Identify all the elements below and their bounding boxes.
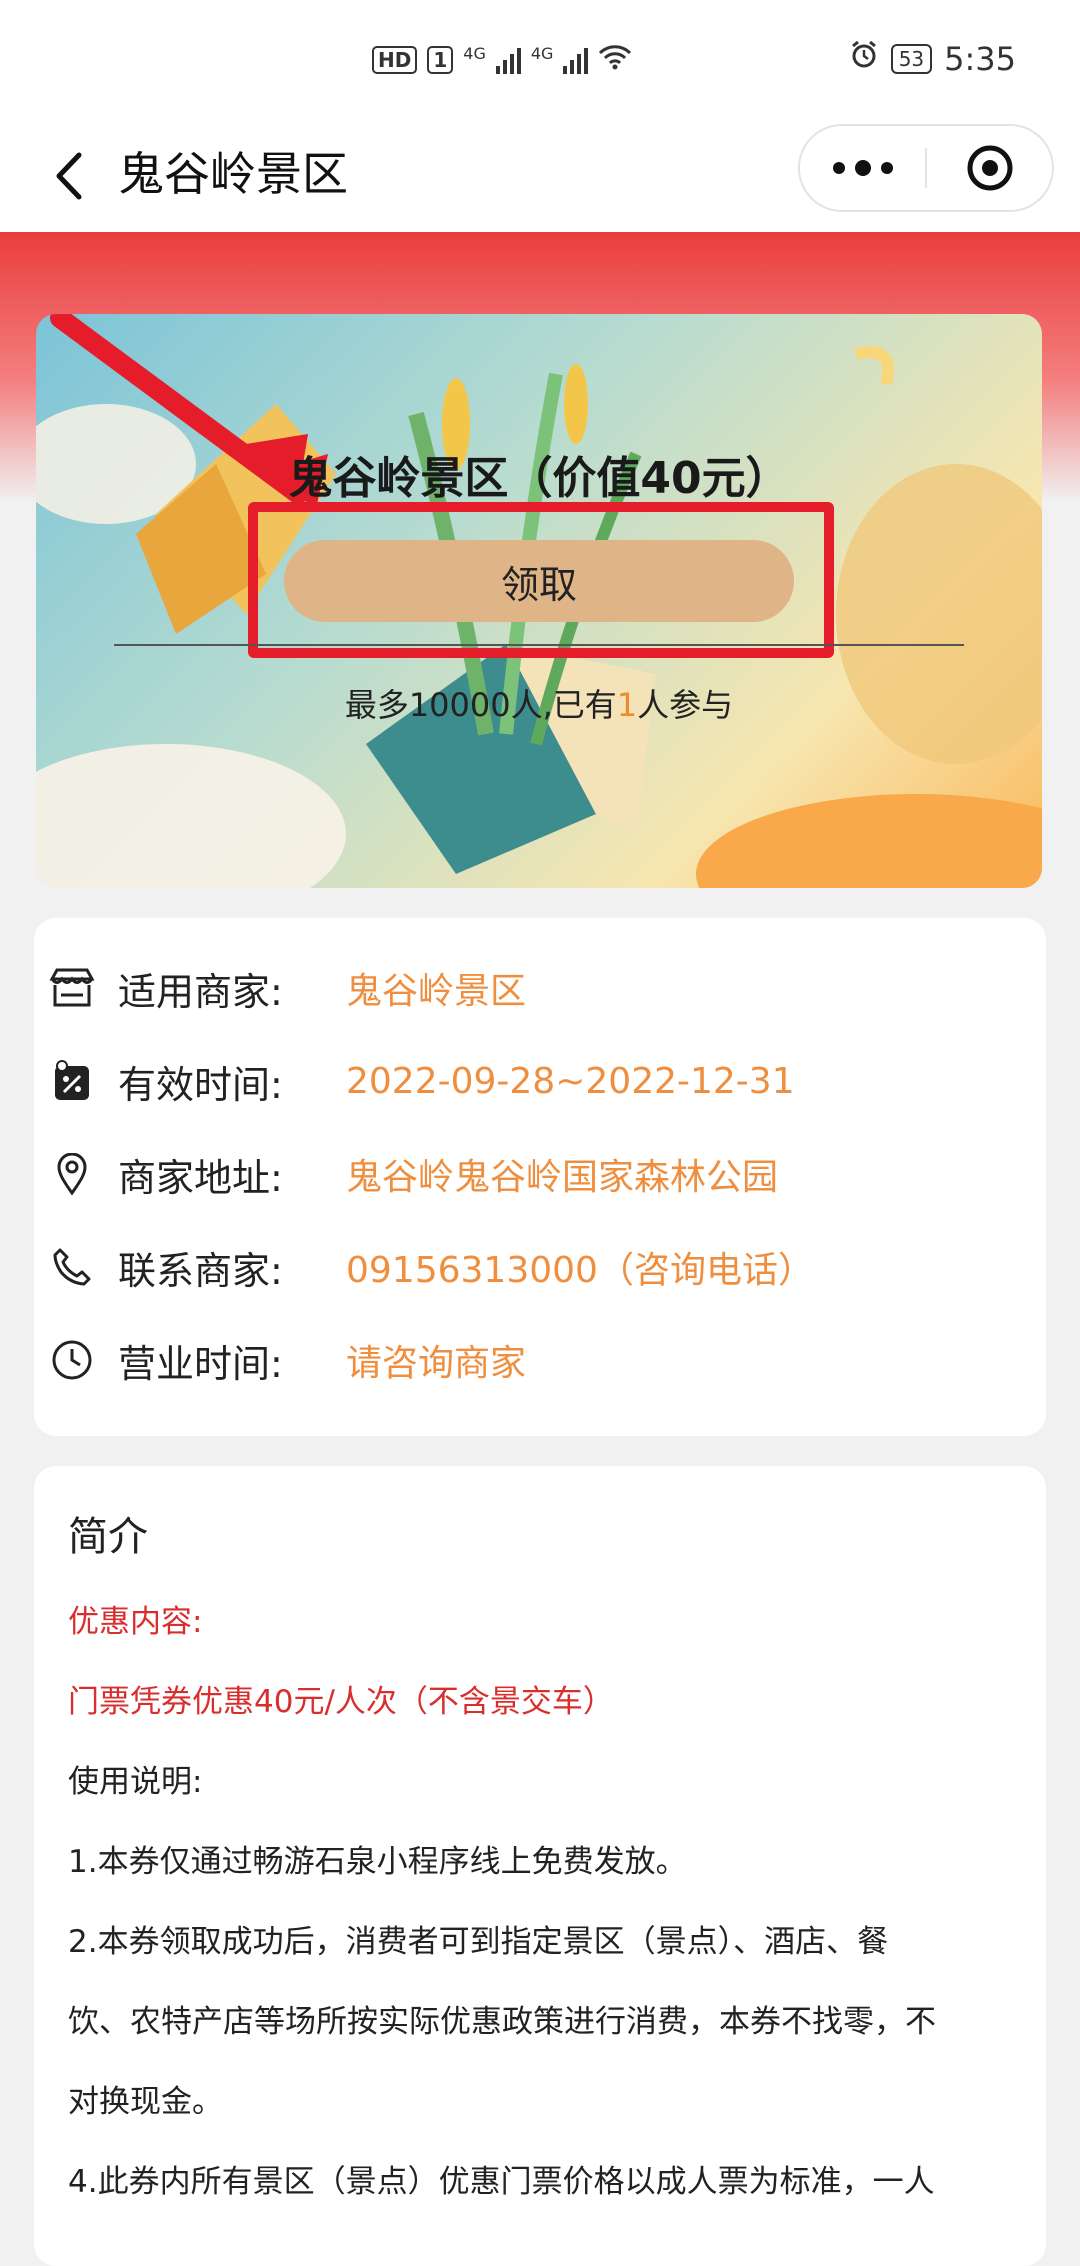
intro-rule-2-end: 对换现金。 [68,2084,223,2120]
signal-icon-2 [563,46,589,74]
info-row-validity: 有效时间: 2022-09-28~2022-12-31 [34,1051,1046,1111]
info-row-hours: 营业时间: 请咨询商家 [34,1330,1046,1390]
info-label-validity: 有效时间: [118,1062,283,1107]
info-row-contact[interactable]: 联系商家: 09156313000（咨询电话） [34,1237,1046,1297]
network-type-2: 4G [530,44,554,63]
wifi-icon [598,44,632,76]
intro-rule-2-cont: 饮、农特产店等场所按实际优惠政策进行消费，本券不找零，不 [68,2004,936,2040]
network-indicators: HD 1 4G 4G [372,44,632,76]
info-value-validity: 2022-09-28~2022-12-31 [346,1060,795,1102]
intro-discount-content: 门票凭券优惠40元/人次（不含景交车） [68,1684,614,1720]
intro-rule-4: 4.此券内所有景区（景点）优惠门票价格以成人票为标准，一人 [68,2164,935,2200]
info-row-merchant: 适用商家: 鬼谷岭景区 [34,958,1046,1018]
info-label-merchant: 适用商家: [118,969,283,1014]
merchant-info-card: 适用商家: 鬼谷岭景区 有效时间: 2022-09-28~2022-12-31 … [34,918,1046,1436]
info-value-contact[interactable]: 09156313000（咨询电话） [346,1241,814,1293]
info-value-merchant: 鬼谷岭景区 [346,971,527,1012]
intro-title: 简介 [68,1514,148,1560]
intro-discount-heading: 优惠内容: [68,1604,203,1640]
info-label-address: 商家地址: [118,1155,283,1200]
claim-button[interactable]: 领取 [284,540,794,622]
coupon-card: 鬼谷岭景区（价值40元） 领取 最多10000人,已有1人参与 [36,314,1042,888]
clock-time: 5:35 [944,40,1016,78]
alarm-icon [849,40,879,78]
clock-icon [48,1336,96,1384]
participants-count: 1 [616,686,638,724]
calendar-icon [48,1057,96,1105]
participants-suffix: 人参与 [637,686,734,724]
intro-rule-2: 2.本券领取成功后，消费者可到指定景区（景点）、酒店、餐 [68,1924,889,1960]
intro-card: 简介 优惠内容: 门票凭券优惠40元/人次（不含景交车） 使用说明: 1.本券仅… [34,1466,1046,2266]
coupon-divider [114,644,964,646]
more-dot-icon [832,162,845,174]
more-button[interactable] [800,126,925,210]
participants-prefix: 最多10000人,已有 [344,686,617,724]
more-dot-icon [880,162,893,174]
info-value-hours: 请咨询商家 [346,1343,527,1384]
location-pin-icon [48,1150,96,1198]
nav-bar: 鬼谷岭景区 [0,120,1080,232]
hd-badge: HD [372,46,418,74]
status-right: 53 5:35 [849,40,1016,78]
participants-text: 最多10000人,已有1人参与 [36,680,1042,726]
signal-icon [495,46,521,74]
back-button[interactable] [36,140,100,212]
page-title: 鬼谷岭景区 [118,147,348,201]
more-dot-icon [854,160,871,176]
intro-rule-1: 1.本券仅通过畅游石泉小程序线上免费发放。 [68,1844,687,1880]
battery-icon: 53 [890,44,933,74]
store-icon [48,964,96,1012]
phone-icon [48,1243,96,1291]
target-close-icon [967,145,1012,191]
close-mini-program-button[interactable] [927,126,1052,210]
info-label-hours: 营业时间: [118,1341,283,1386]
info-value-address[interactable]: 鬼谷岭鬼谷岭国家森林公园 [346,1148,778,1200]
coupon-title: 鬼谷岭景区（价值40元） [288,453,790,504]
status-bar: HD 1 4G 4G 53 5:35 [0,0,1080,120]
mini-program-capsule [798,124,1054,212]
info-label-contact: 联系商家: [118,1248,283,1293]
sim-badge: 1 [427,46,454,74]
network-type-1: 4G [463,44,486,63]
intro-usage-heading: 使用说明: [68,1764,203,1800]
info-row-address[interactable]: 商家地址: 鬼谷岭鬼谷岭国家森林公园 [34,1144,1046,1204]
chevron-left-icon [56,152,82,200]
